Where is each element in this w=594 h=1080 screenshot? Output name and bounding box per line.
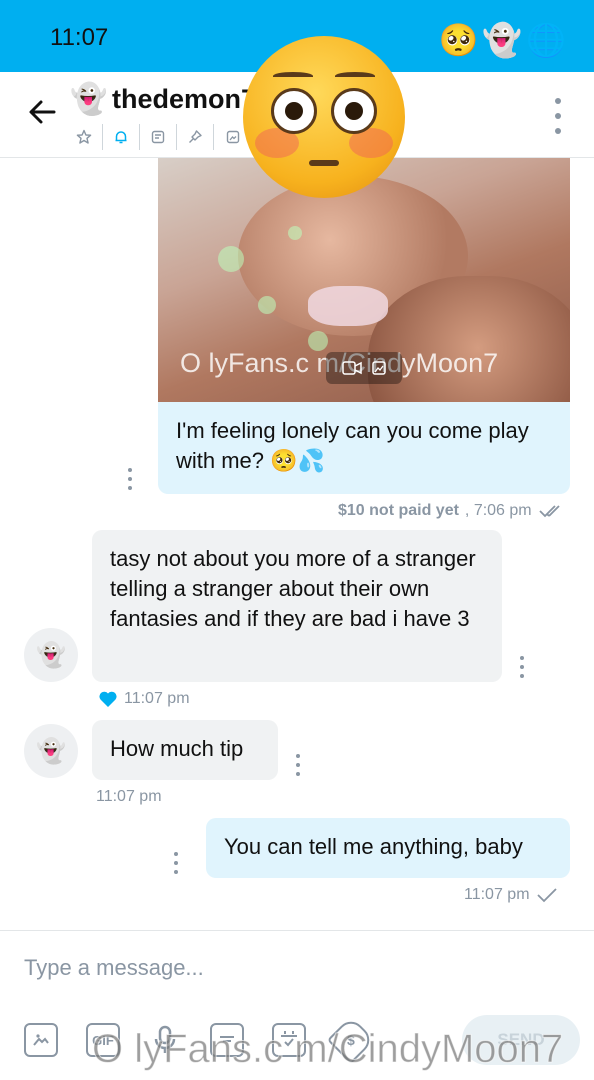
message-time: 11:07 pm bbox=[124, 690, 190, 707]
star-icon[interactable] bbox=[66, 124, 103, 150]
message-time: 11:07 pm bbox=[464, 886, 530, 903]
sender-avatar[interactable]: 👻 bbox=[24, 724, 78, 778]
message-bubble-outgoing[interactable]: You can tell me anything, baby bbox=[206, 818, 570, 878]
double-check-icon bbox=[538, 505, 560, 518]
message-meta: 11:07 pm bbox=[96, 788, 162, 806]
contact-avatar[interactable]: 👻 bbox=[70, 82, 107, 117]
note-icon[interactable] bbox=[140, 124, 177, 150]
heart-icon bbox=[99, 691, 117, 707]
back-arrow-icon[interactable] bbox=[22, 96, 62, 136]
contact-name[interactable]: thedemon7 bbox=[112, 84, 256, 115]
message-list: O lyFans.c m/CindyMoon7 I'm feeling lone… bbox=[0, 158, 594, 930]
message-options-icon[interactable] bbox=[518, 656, 526, 678]
status-icons: 🥺 👻 🌐 bbox=[438, 20, 566, 60]
pin-icon[interactable] bbox=[177, 124, 214, 150]
flushed-face-emoji-overlay bbox=[243, 36, 405, 198]
image-icon[interactable] bbox=[24, 1023, 58, 1057]
message-meta: 11:07 pm bbox=[464, 886, 558, 904]
message-meta: 11:07 pm bbox=[98, 690, 190, 708]
message-time: 11:07 pm bbox=[96, 788, 162, 805]
more-options-icon[interactable] bbox=[546, 98, 570, 134]
video-icon bbox=[326, 352, 402, 384]
price-status: $10 not paid yet bbox=[338, 502, 459, 519]
globe-icon: 🌐 bbox=[526, 22, 566, 58]
pleading-face-icon: 🥺 bbox=[438, 22, 479, 58]
sender-avatar[interactable]: 👻 bbox=[24, 628, 78, 682]
message-options-icon[interactable] bbox=[126, 468, 134, 490]
chat-screen: 11:07 🥺 👻 🌐 👻 thedemon7 O lyFans.c m/Cin… bbox=[0, 0, 594, 1080]
message-options-icon[interactable] bbox=[172, 852, 180, 874]
message-options-icon[interactable] bbox=[294, 754, 302, 776]
video-attachment[interactable]: O lyFans.c m/CindyMoon7 bbox=[158, 158, 570, 402]
status-time: 11:07 bbox=[50, 24, 109, 51]
message-meta: $10 not paid yet , 7:06 pm bbox=[338, 502, 566, 520]
message-bubble-incoming[interactable]: How much tip bbox=[92, 720, 278, 780]
header-toolbar bbox=[66, 124, 251, 150]
ghost-icon: 👻 bbox=[482, 22, 523, 58]
footer-watermark: O lyFans.c m/CindyMoon7 bbox=[91, 1027, 564, 1072]
check-icon bbox=[536, 888, 557, 903]
message-input[interactable] bbox=[24, 953, 564, 983]
message-composer: GIF $ SEND O lyFans.c m/CindyMoon7 bbox=[0, 930, 594, 1080]
message-bubble-outgoing[interactable]: I'm feeling lonely can you come play wit… bbox=[158, 402, 570, 494]
bell-icon[interactable] bbox=[103, 124, 140, 150]
message-time: , 7:06 pm bbox=[464, 502, 532, 519]
message-bubble-incoming[interactable]: tasy not about you more of a stranger te… bbox=[92, 530, 502, 682]
